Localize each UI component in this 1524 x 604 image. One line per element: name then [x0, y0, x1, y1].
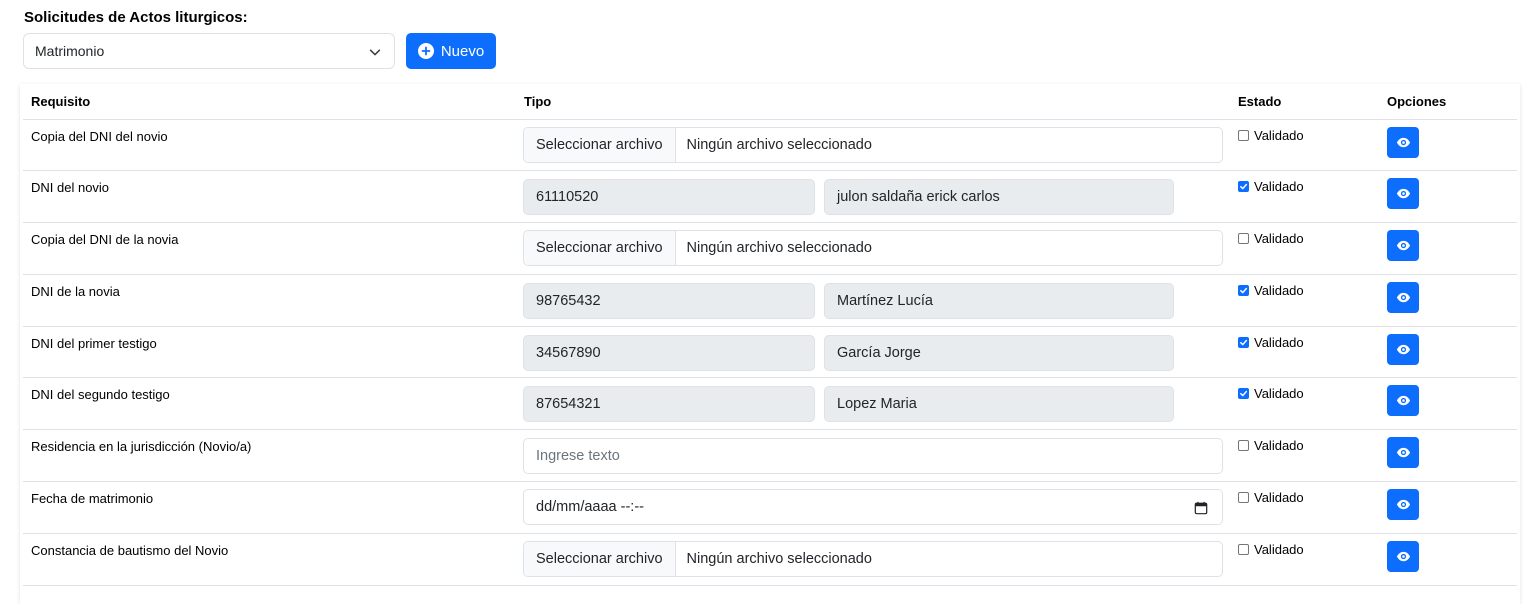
validated-checkbox[interactable]: Validado: [1238, 438, 1304, 453]
table-row: DNI del primer testigo 34567890 García Jor…: [23, 327, 1517, 378]
requirement-label: Residencia en la jurisdicción (Novio/a): [31, 439, 252, 454]
checkbox-box[interactable]: [1238, 130, 1249, 141]
acto-select[interactable]: Matrimonio: [23, 33, 395, 69]
checkbox-box[interactable]: [1238, 337, 1249, 348]
eye-icon: [1396, 551, 1410, 562]
validated-label: Validado: [1254, 438, 1304, 453]
requirement-label: Constancia de bautismo del Novio: [31, 543, 229, 558]
view-button[interactable]: [1387, 282, 1419, 313]
table-header: Requisito Tipo Estado Opciones: [23, 85, 1517, 120]
validated-label: Validado: [1254, 335, 1304, 350]
dni-field: 98765432: [523, 283, 815, 319]
validated-checkbox[interactable]: Validado: [1238, 128, 1304, 143]
eye-icon: [1396, 499, 1410, 510]
view-button[interactable]: [1387, 489, 1419, 520]
dni-field: 34567890: [523, 335, 815, 371]
file-status-text: Ningún archivo seleccionado: [686, 240, 872, 256]
dni-field: 61110520: [523, 179, 815, 215]
requirement-label: Copia del DNI de la novia: [31, 232, 179, 247]
table-row: Constancia de bautismo del Novio Seleccio…: [23, 534, 1517, 586]
validated-checkbox[interactable]: Validado: [1238, 490, 1304, 505]
eye-icon: [1396, 240, 1410, 251]
checkbox-box[interactable]: [1238, 285, 1249, 296]
full-name-field: García Jorge: [824, 335, 1174, 371]
checkbox-box[interactable]: [1238, 544, 1249, 555]
page-title: Solicitudes de Actos liturgicos:: [24, 9, 248, 26]
eye-icon: [1396, 344, 1410, 355]
eye-icon: [1396, 447, 1410, 458]
requirement-label: DNI del primer testigo: [31, 336, 157, 351]
checkbox-box[interactable]: [1238, 492, 1249, 503]
eye-icon: [1396, 188, 1410, 199]
header-opciones: Opciones: [1387, 94, 1447, 109]
dni-field: 87654321: [523, 386, 815, 422]
table-row: Fecha de matrimonio dd/mm/aaaa --:-- Valid…: [23, 482, 1517, 534]
table-row: DNI de la novia 98765432 Martínez Lucía Val…: [23, 275, 1517, 327]
validated-label: Validado: [1254, 283, 1304, 298]
checkbox-box[interactable]: [1238, 388, 1249, 399]
view-button[interactable]: [1387, 230, 1419, 261]
validated-checkbox[interactable]: Validado: [1238, 283, 1304, 298]
file-input[interactable]: Seleccionar archivo Ningún archivo selecc…: [523, 541, 1223, 577]
table-row: Copia del DNI de la novia Seleccionar arc…: [23, 223, 1517, 275]
table-row: DNI del segundo testigo 87654321 Lopez Mar…: [23, 378, 1517, 430]
validated-label: Validado: [1254, 490, 1304, 505]
table-row: Copia del DNI del novio Seleccionar archi…: [23, 120, 1517, 171]
date-field[interactable]: dd/mm/aaaa --:--: [523, 489, 1223, 525]
requirement-label: Fecha de matrimonio: [31, 491, 154, 506]
eye-icon: [1396, 137, 1410, 148]
date-field-value: dd/mm/aaaa --:--: [536, 499, 644, 515]
header-tipo: Tipo: [524, 94, 552, 109]
file-input[interactable]: Seleccionar archivo Ningún archivo selecc…: [523, 127, 1223, 163]
view-button[interactable]: [1387, 541, 1419, 572]
choose-file-button[interactable]: Seleccionar archivo: [524, 542, 676, 576]
validated-checkbox[interactable]: Validado: [1238, 386, 1304, 401]
view-button[interactable]: [1387, 385, 1419, 416]
text-field[interactable]: [523, 438, 1223, 474]
validated-checkbox[interactable]: Validado: [1238, 542, 1304, 557]
validated-label: Validado: [1254, 231, 1304, 246]
chevron-down-icon: [369, 49, 381, 56]
calendar-icon[interactable]: [1194, 501, 1208, 515]
validated-label: Validado: [1254, 386, 1304, 401]
view-button[interactable]: [1387, 437, 1419, 468]
full-name-field: Martínez Lucía: [824, 283, 1174, 319]
requirement-label: Copia del DNI del novio: [31, 129, 168, 144]
new-button[interactable]: Nuevo: [406, 33, 496, 69]
table-row: Residencia en la jurisdicción (Novio/a) V…: [23, 430, 1517, 482]
acto-select-value: Matrimonio: [35, 43, 105, 59]
validated-checkbox[interactable]: Validado: [1238, 231, 1304, 246]
table-row: DNI del novio 61110520 julon saldaña erick…: [23, 171, 1517, 223]
full-name-field: Lopez Maria: [824, 386, 1174, 422]
eye-icon: [1396, 292, 1410, 303]
validated-label: Validado: [1254, 542, 1304, 557]
choose-file-button[interactable]: Seleccionar archivo: [524, 231, 676, 265]
eye-icon: [1396, 395, 1410, 406]
validated-checkbox[interactable]: Validado: [1238, 179, 1304, 194]
plus-circle-icon: [417, 43, 434, 59]
requirement-label: DNI del segundo testigo: [31, 387, 170, 402]
header-requisito: Requisito: [31, 94, 91, 109]
view-button[interactable]: [1387, 334, 1419, 365]
file-input[interactable]: Seleccionar archivo Ningún archivo selecc…: [523, 230, 1223, 266]
validated-label: Validado: [1254, 179, 1304, 194]
validated-checkbox[interactable]: Validado: [1238, 335, 1304, 350]
file-status-text: Ningún archivo seleccionado: [686, 137, 872, 153]
file-status-text: Ningún archivo seleccionado: [686, 551, 872, 567]
header-estado: Estado: [1238, 94, 1282, 109]
requirement-label: DNI de la novia: [31, 284, 120, 299]
validated-label: Validado: [1254, 128, 1304, 143]
checkbox-box[interactable]: [1238, 233, 1249, 244]
requirement-label: DNI del novio: [31, 180, 110, 195]
view-button[interactable]: [1387, 178, 1419, 209]
new-button-label: Nuevo: [440, 42, 485, 60]
checkbox-box[interactable]: [1238, 181, 1249, 192]
view-button[interactable]: [1387, 127, 1419, 158]
choose-file-button[interactable]: Seleccionar archivo: [524, 128, 676, 162]
checkbox-box[interactable]: [1238, 440, 1249, 451]
full-name-field: julon saldaña erick carlos: [824, 179, 1174, 215]
